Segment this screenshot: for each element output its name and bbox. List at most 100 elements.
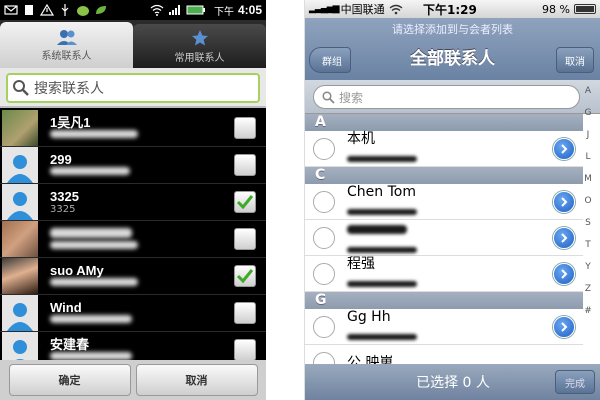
redacted-number <box>50 314 132 323</box>
index-letter[interactable]: O <box>580 190 596 212</box>
select-radio[interactable] <box>313 137 335 160</box>
android-status-bar: 下午 4:05 <box>0 0 266 20</box>
contact-avatar <box>2 184 38 220</box>
redacted-number <box>347 281 417 287</box>
cancel-button[interactable]: 取消 <box>135 364 258 396</box>
battery-icon <box>186 5 205 15</box>
default-avatar-icon <box>13 340 27 360</box>
usb-icon <box>61 4 69 16</box>
tab-system-contacts[interactable]: 系统联系人 <box>0 22 133 68</box>
contact-row[interactable]: 本机 <box>305 131 583 167</box>
contact-checkbox[interactable] <box>234 117 256 139</box>
contact-checkbox[interactable] <box>234 339 256 360</box>
signal-bars-icon: ▂▃▄▅▆ <box>309 4 340 14</box>
contact-photo <box>2 221 38 257</box>
groups-back-button[interactable]: 群组 <box>309 47 351 73</box>
contact-row[interactable]: Wind <box>0 295 266 332</box>
ios-battery-percent: 98 % <box>542 2 570 16</box>
contact-row[interactable]: 3325 3325 <box>0 184 266 221</box>
tab-favorite-contacts[interactable]: 常用联系人 <box>133 24 266 68</box>
ios-bottom-toolbar: 已选择 0 人 完成 <box>305 364 600 400</box>
chevron-right-icon <box>561 321 568 332</box>
redacted-number <box>50 351 132 360</box>
contact-row[interactable] <box>305 220 583 256</box>
select-radio[interactable] <box>313 315 335 338</box>
contact-name: suo AMy <box>50 262 104 278</box>
contact-row[interactable] <box>0 221 266 258</box>
tab-system-contacts-label: 系统联系人 <box>41 50 92 62</box>
contact-number <box>50 277 234 290</box>
contact-text: suo AMy <box>50 263 234 290</box>
ios-carrier: 中国联通 <box>340 3 385 16</box>
redacted-number <box>347 156 417 162</box>
contact-checkbox[interactable] <box>234 228 256 250</box>
android-tab-bar: 系统联系人 常用联系人 <box>0 20 266 68</box>
detail-disclosure-button[interactable] <box>553 262 575 285</box>
index-letter[interactable]: M <box>580 168 596 190</box>
index-letter[interactable]: Y <box>580 256 596 278</box>
android-search-input[interactable]: 搜索联系人 <box>6 73 260 103</box>
ios-status-time: 下午1:29 <box>423 2 477 17</box>
contact-number <box>50 129 234 142</box>
select-radio[interactable] <box>313 262 335 285</box>
index-letter[interactable]: S <box>580 212 596 234</box>
section-header: C <box>305 167 583 184</box>
detail-disclosure-button[interactable] <box>553 315 575 338</box>
index-letter[interactable]: G <box>580 102 596 124</box>
contact-row[interactable]: suo AMy <box>0 258 266 295</box>
android-search-placeholder: 搜索联系人 <box>34 81 104 97</box>
contact-text <box>50 226 234 253</box>
contact-row[interactable]: 1吴凡1 <box>0 110 266 147</box>
contact-photo <box>2 258 38 294</box>
contact-name: Chen Tom <box>347 184 416 200</box>
index-letter[interactable]: Z <box>580 278 596 300</box>
contact-name: 本机 <box>347 131 375 147</box>
done-button[interactable]: 完成 <box>555 370 595 394</box>
leaf-icon <box>96 6 106 14</box>
contact-row[interactable]: Gg Hh <box>305 309 583 345</box>
android-status-ampm: 下午 <box>213 6 234 18</box>
index-letter[interactable]: A <box>580 80 596 102</box>
detail-disclosure-button[interactable] <box>553 137 575 160</box>
detail-disclosure-button[interactable] <box>553 226 575 249</box>
contact-number <box>50 240 234 253</box>
signal-icon <box>168 5 180 15</box>
confirm-button[interactable]: 确定 <box>8 364 131 396</box>
section-index-bar[interactable]: A G J L M O S T Y Z # <box>580 80 596 322</box>
index-letter[interactable]: J <box>580 124 596 146</box>
redacted-number <box>347 334 417 340</box>
contact-checkbox-checked[interactable] <box>234 191 256 213</box>
index-letter[interactable]: L <box>580 146 596 168</box>
select-radio[interactable] <box>313 226 335 249</box>
contact-row[interactable]: 安建春 <box>0 332 266 360</box>
contact-row[interactable]: Chen Tom <box>305 184 583 220</box>
android-contact-list[interactable]: 1吴凡1 299 3325 3325 suo AMy Wind 安建春 <box>0 110 266 360</box>
contact-name: 299 <box>50 151 72 167</box>
contact-row[interactable]: 299 <box>0 147 266 184</box>
ios-contact-list[interactable]: A 本机 C Chen Tom 程强 G Gg Hh 公 映崽 <box>305 114 583 364</box>
android-status-time: 4:05 <box>237 3 262 17</box>
nav-cancel-button[interactable]: 取消 <box>556 47 594 73</box>
ios-search-input[interactable]: 搜索 <box>313 85 580 109</box>
ios-nav-bar: 请选择添加到与会者列表 全部联系人 群组 取消 <box>305 18 600 80</box>
ios-search-placeholder: 搜索 <box>339 90 364 105</box>
default-avatar-icon <box>7 192 33 220</box>
contact-text: Wind <box>50 300 234 327</box>
contact-checkbox-checked[interactable] <box>234 265 256 287</box>
wifi-icon <box>389 4 403 14</box>
redacted-name <box>347 224 407 234</box>
select-radio[interactable] <box>313 190 335 213</box>
contact-checkbox[interactable] <box>234 302 256 324</box>
index-letter[interactable]: T <box>580 234 596 256</box>
contact-text: 程强 <box>347 256 553 291</box>
contact-row[interactable]: 程强 <box>305 256 583 292</box>
contact-name: 安建春 <box>50 336 90 352</box>
section-header: A <box>305 114 583 131</box>
index-letter[interactable]: # <box>580 300 596 322</box>
android-search-bar: 搜索联系人 <box>0 68 266 108</box>
chevron-right-icon <box>561 143 568 154</box>
contact-checkbox[interactable] <box>234 154 256 176</box>
select-radio[interactable] <box>313 351 335 364</box>
contact-row[interactable]: 公 映崽 <box>305 345 583 364</box>
detail-disclosure-button[interactable] <box>553 190 575 213</box>
